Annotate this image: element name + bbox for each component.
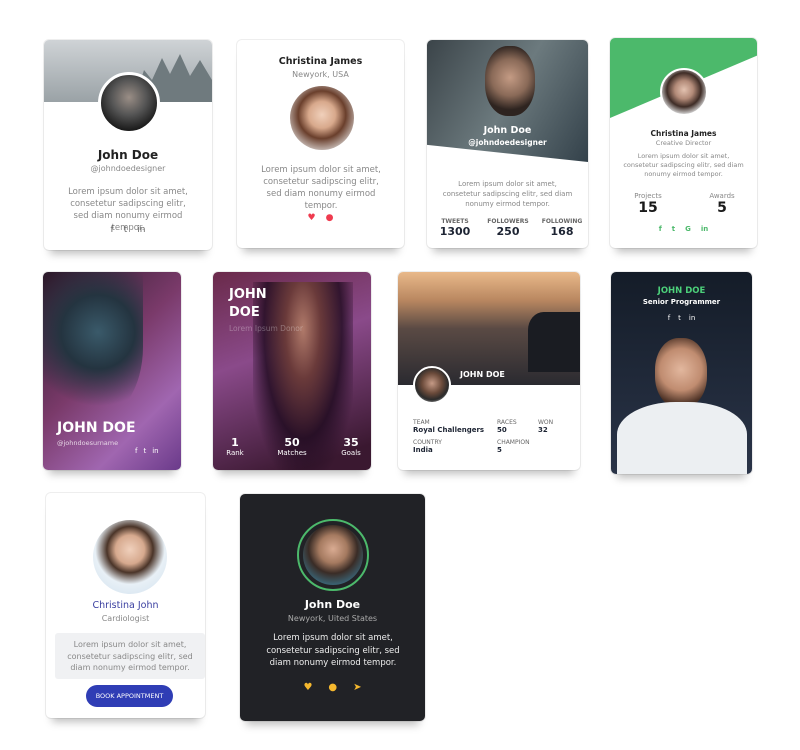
profile-name: JOHN DOE (229, 287, 267, 320)
avatar (290, 86, 354, 150)
profile-handle: @johndoedesigner (468, 138, 547, 147)
profile-bio: Lorem ipsum dolor sit amet, consetetur s… (266, 633, 400, 668)
facebook-icon[interactable]: f (668, 314, 670, 322)
profile-name: JOHN DOE (57, 420, 136, 436)
profile-name: John Doe (304, 598, 361, 611)
social-links: f t G in (610, 225, 757, 233)
profile-tagline: Lorem Ipsum Donor (229, 324, 303, 333)
profile-role: Creative Director (655, 139, 712, 147)
send-icon[interactable]: ➤ (353, 682, 361, 693)
comment-icon[interactable]: ● (328, 682, 337, 693)
twitter-icon[interactable]: t (678, 314, 681, 322)
action-icons: ♥ ● ➤ (240, 682, 425, 693)
social-links: f t in (44, 225, 212, 235)
profile-photo (655, 338, 707, 408)
profile-name: JOHN DOE (460, 370, 505, 379)
profile-card-9: Christina John Cardiologist Lorem ipsum … (46, 493, 205, 718)
field-team: TEAM Royal Challengers (413, 419, 485, 434)
avatar (93, 520, 167, 594)
profile-name: JOHN DOE (657, 286, 706, 296)
profile-name: Christina John (92, 600, 159, 611)
stat-goals: 35 Goals (341, 436, 361, 457)
heart-icon[interactable]: ♥ (308, 213, 316, 223)
profile-role: Cardiologist (101, 614, 150, 623)
twitter-icon[interactable]: t (672, 225, 675, 233)
profile-photo (43, 272, 143, 422)
stat-matches: 50 Matches (277, 436, 307, 457)
field-won: WON 32 (538, 419, 554, 434)
stat-followers: FOLLOWERS 250 (487, 218, 529, 238)
linkedin-icon[interactable]: in (689, 314, 695, 322)
profile-card-4: Christina James Creative Director Lorem … (610, 38, 757, 248)
avatar (413, 366, 451, 404)
profile-bio: Lorem ipsum dolor sit amet, consetetur s… (442, 180, 573, 208)
field-country: COUNTRY India (413, 439, 442, 454)
profile-name: John Doe (483, 125, 532, 136)
profile-location: Newyork, USA (292, 70, 349, 79)
stat-awards: Awards 5 (709, 192, 735, 216)
profile-card-6: JOHN DOE Lorem Ipsum Donor 1 Rank 50 Matche… (213, 272, 371, 470)
profile-card-2: Christina James Newyork, USA Lorem ipsum… (237, 40, 404, 248)
comment-icon[interactable]: ● (326, 213, 334, 223)
stat-tweets: TWEETS 1300 (439, 218, 471, 238)
book-appointment-button[interactable]: BOOK APPOINTMENT (86, 685, 173, 707)
profile-card-10: John Doe Newyork, Uited States Lorem ips… (240, 494, 425, 721)
profile-name: Christina James (278, 56, 363, 67)
profile-handle: @johndoesurname (57, 439, 119, 447)
field-races: RACES 50 (497, 419, 517, 434)
profile-card-8: JOHN DOE Senior Programmer f t in (611, 272, 752, 474)
avatar (98, 72, 160, 134)
social-links: f t in (135, 447, 159, 455)
google-icon[interactable]: G (685, 225, 691, 233)
profile-location: Newyork, Uited States (287, 614, 378, 623)
profile-bio: Lorem ipsum dolor sit amet, consetetur s… (623, 152, 744, 178)
avatar (297, 519, 369, 591)
profile-card-5: JOHN DOE @johndoesurname f t in (43, 272, 181, 470)
twitter-icon[interactable]: t (143, 447, 146, 455)
social-links: f t in (611, 314, 752, 322)
facebook-icon[interactable]: f (659, 225, 662, 233)
field-champion: CHAMPION 5 (497, 439, 530, 454)
heart-icon[interactable]: ♥ (303, 682, 312, 693)
profile-card-3: John Doe @johndoedesigner Lorem ipsum do… (427, 40, 588, 248)
facebook-icon[interactable]: f (111, 225, 114, 235)
profile-handle: @johndoedesigner (90, 164, 166, 173)
profile-bio: Lorem ipsum dolor sit amet, consetetur s… (55, 633, 205, 679)
profile-bio: Lorem ipsum dolor sit amet, consetetur s… (261, 165, 381, 211)
linkedin-icon[interactable]: in (152, 447, 158, 455)
profile-card-7: JOHN DOE TEAM Royal Challengers RACES 50 W… (398, 272, 580, 470)
stat-rank: 1 Rank (226, 436, 244, 457)
profile-role: Senior Programmer (642, 298, 721, 306)
action-icons: ♥ ● (237, 213, 404, 223)
stat-following: FOLLOWING 168 (541, 218, 583, 238)
twitter-icon[interactable]: t (124, 225, 128, 235)
stat-projects: Projects 15 (634, 192, 662, 216)
avatar (660, 68, 708, 116)
profile-card-1: John Doe @johndoedesigner Lorem ipsum do… (44, 40, 212, 250)
linkedin-icon[interactable]: in (701, 225, 708, 233)
profile-name: John Doe (97, 148, 159, 162)
profile-name: Christina James (650, 129, 717, 138)
facebook-icon[interactable]: f (135, 447, 137, 455)
linkedin-icon[interactable]: in (137, 225, 145, 235)
